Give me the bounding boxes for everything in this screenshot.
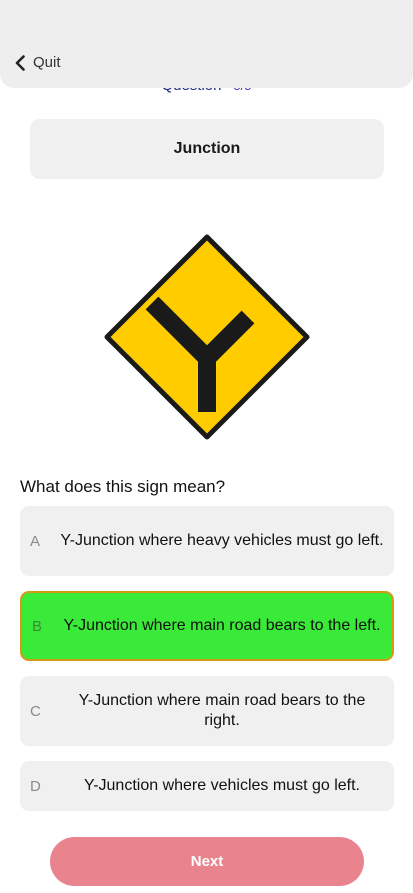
- question-prompt: What does this sign mean?: [20, 477, 226, 496]
- option-d[interactable]: D Y-Junction where vehicles must go left…: [20, 761, 394, 811]
- option-text: Y-Junction where main road bears to the …: [78, 692, 366, 729]
- option-letter: A: [30, 532, 41, 550]
- y-junction-sign-icon: [104, 234, 310, 440]
- option-text: Y-Junction where main road bears to the …: [63, 617, 381, 634]
- option-a[interactable]: A Y-Junction where heavy vehicles must g…: [20, 506, 394, 576]
- option-letter: B: [32, 617, 43, 635]
- option-letter: C: [30, 702, 41, 720]
- option-text: Y-Junction where vehicles must go left.: [84, 777, 360, 794]
- top-bar: Quit: [0, 0, 413, 88]
- option-letter: D: [30, 777, 41, 795]
- quit-label: Quit: [33, 54, 61, 71]
- option-b[interactable]: B Y-Junction where main road bears to th…: [20, 591, 394, 661]
- category-label: Junction: [30, 119, 384, 179]
- quit-button[interactable]: Quit: [14, 54, 61, 71]
- chevron-left-icon: [15, 54, 25, 71]
- next-button[interactable]: Next: [50, 837, 364, 886]
- option-text: Y-Junction where heavy vehicles must go …: [60, 532, 384, 549]
- option-c[interactable]: C Y-Junction where main road bears to th…: [20, 676, 394, 746]
